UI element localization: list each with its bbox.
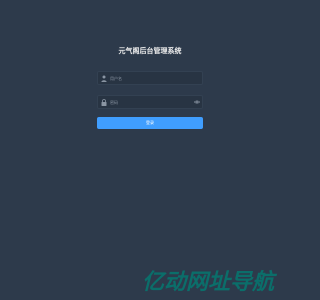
watermark-logo: 亿动网址导航 [142,269,278,294]
login-form: 元气阁后台管理系统 登录 [97,46,203,129]
eye-icon[interactable] [194,99,200,105]
lock-icon [101,99,107,106]
page-title: 元气阁后台管理系统 [118,47,182,55]
user-icon [101,75,107,82]
username-field[interactable] [97,71,203,85]
watermark-text: 亿动网址导航 [142,269,278,294]
password-field[interactable] [97,95,203,109]
login-button[interactable]: 登录 [97,117,203,129]
username-input[interactable] [110,72,188,84]
password-input[interactable] [110,96,188,108]
